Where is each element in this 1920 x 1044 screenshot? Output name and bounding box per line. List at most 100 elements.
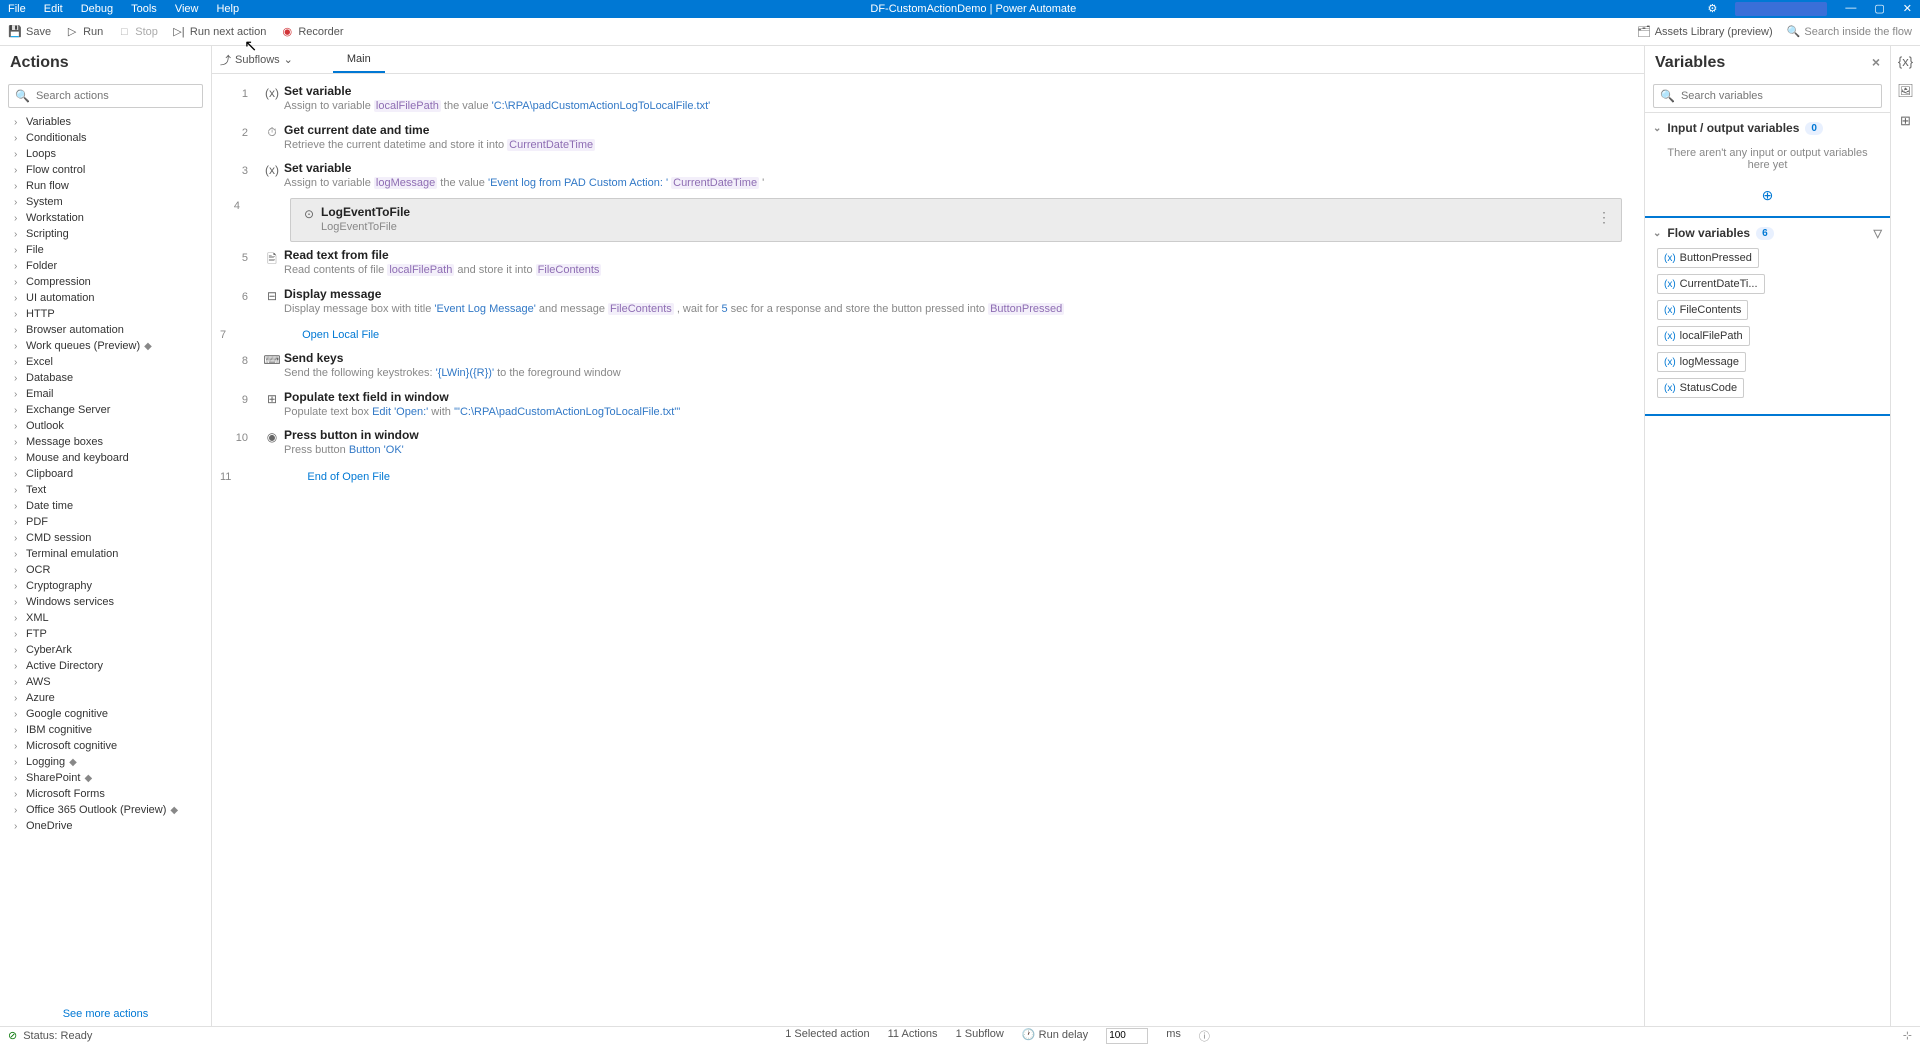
variable-chip[interactable]: (x) StatusCode [1657,378,1744,398]
action-category[interactable]: Compression [0,274,211,290]
action-category[interactable]: Outlook [0,418,211,434]
actions-tree[interactable]: VariablesConditionalsLoopsFlow controlRu… [0,112,211,1002]
close-button[interactable]: ✕ [1903,2,1912,16]
action-category[interactable]: Exchange Server [0,402,211,418]
action-category[interactable]: Mouse and keyboard [0,450,211,466]
menu-file[interactable]: File [8,3,26,15]
action-category[interactable]: Loops [0,146,211,162]
action-category[interactable]: Work queues (Preview) ◆ [0,338,211,354]
filter-icon[interactable]: ▽ [1874,227,1882,240]
action-category[interactable]: Azure [0,690,211,706]
actions-search-input[interactable] [36,90,196,102]
action-category[interactable]: CyberArk [0,642,211,658]
flow-step[interactable]: 6⊟Display messageDisplay message box wit… [212,283,1644,322]
action-category[interactable]: Folder [0,258,211,274]
action-category[interactable]: Logging ◆ [0,754,211,770]
action-category[interactable]: OneDrive [0,818,211,834]
action-category[interactable]: Google cognitive [0,706,211,722]
action-category[interactable]: Conditionals [0,130,211,146]
variable-chip[interactable]: (x) logMessage [1657,352,1746,372]
add-io-variable[interactable]: ⊕ [1653,183,1882,208]
action-category[interactable]: XML [0,610,211,626]
action-category[interactable]: Text [0,482,211,498]
run-button[interactable]: ▷Run [65,25,103,39]
action-category[interactable]: Microsoft Forms [0,786,211,802]
action-category[interactable]: Run flow [0,178,211,194]
action-category[interactable]: OCR [0,562,211,578]
run-delay-input[interactable] [1106,1028,1148,1044]
flow-step[interactable]: 9⊞Populate text field in windowPopulate … [212,386,1644,425]
variable-chip[interactable]: (x) FileContents [1657,300,1748,320]
action-category[interactable]: Microsoft cognitive [0,738,211,754]
recorder-button[interactable]: ◉Recorder [280,25,343,39]
user-badge[interactable] [1735,2,1827,16]
action-category[interactable]: Terminal emulation [0,546,211,562]
action-category[interactable]: Clipboard [0,466,211,482]
action-category[interactable]: Workstation [0,210,211,226]
variables-search-input[interactable] [1681,90,1875,102]
menu-view[interactable]: View [175,3,199,15]
action-category[interactable]: Email [0,386,211,402]
action-category[interactable]: PDF [0,514,211,530]
action-category[interactable]: Scripting [0,226,211,242]
ui-elements-rail-icon[interactable]: ⊞ [1900,113,1911,129]
action-category[interactable]: CMD session [0,530,211,546]
action-category[interactable]: Flow control [0,162,211,178]
action-category[interactable]: IBM cognitive [0,722,211,738]
region-label[interactable]: End of Open File [243,471,390,483]
action-category[interactable]: FTP [0,626,211,642]
tab-main[interactable]: Main [333,47,385,73]
action-category[interactable]: Windows services [0,594,211,610]
screenshot-icon[interactable]: ⊹ [1903,1029,1912,1042]
action-category[interactable]: Database [0,370,211,386]
flow-step[interactable]: 8⌨Send keysSend the following keystrokes… [212,347,1644,386]
maximize-button[interactable]: ▢ [1874,2,1884,16]
action-category[interactable]: SharePoint ◆ [0,770,211,786]
close-variables-panel[interactable]: × [1872,54,1880,70]
see-more-actions[interactable]: See more actions [0,1002,211,1026]
action-category[interactable]: UI automation [0,290,211,306]
action-category[interactable]: HTTP [0,306,211,322]
flow-step[interactable]: ⊙LogEventToFileLogEventToFile⋮ [290,198,1622,243]
action-category[interactable]: Excel [0,354,211,370]
io-variables-header[interactable]: ⌄ Input / output variables 0 [1653,121,1882,135]
action-category[interactable]: File [0,242,211,258]
flow-step[interactable]: 5🖹Read text from fileRead contents of fi… [212,244,1644,283]
action-category[interactable]: Office 365 Outlook (Preview) ◆ [0,802,211,818]
menu-debug[interactable]: Debug [81,3,113,15]
flow-steps[interactable]: 1(x)Set variableAssign to variable local… [212,74,1644,1026]
step-more-icon[interactable]: ⋮ [1593,205,1615,230]
variable-chip[interactable]: (x) CurrentDateTi... [1657,274,1765,294]
action-category[interactable]: Variables [0,114,211,130]
action-category[interactable]: Date time [0,498,211,514]
action-category[interactable]: System [0,194,211,210]
save-button[interactable]: 💾Save [8,25,51,39]
action-category[interactable]: Browser automation [0,322,211,338]
menu-tools[interactable]: Tools [131,3,157,15]
action-category[interactable]: AWS [0,674,211,690]
variable-chip[interactable]: (x) ButtonPressed [1657,248,1759,268]
action-category[interactable]: Message boxes [0,434,211,450]
flow-step[interactable]: 10◉Press button in windowPress button Bu… [212,424,1644,463]
action-category[interactable]: Cryptography [0,578,211,594]
actions-search[interactable]: 🔍 [8,84,203,108]
stop-button[interactable]: □Stop [117,25,158,39]
region-label[interactable]: Open Local File [238,329,379,341]
variables-search[interactable]: 🔍 [1653,84,1882,108]
assets-library-button[interactable]: 🗂Assets Library (preview) [1637,25,1773,39]
flow-step[interactable]: 3(x)Set variableAssign to variable logMe… [212,157,1644,196]
subflows-dropdown[interactable]: ⤴Subflows⌄ [220,52,293,68]
flow-step[interactable]: 2⏱Get current date and timeRetrieve the … [212,119,1644,158]
images-rail-icon[interactable]: 🖼 [1897,83,1914,99]
run-next-button[interactable]: ▷|Run next action [172,25,266,39]
menu-help[interactable]: Help [216,3,239,15]
info-icon[interactable]: ⓘ [1199,1028,1210,1044]
flow-variables-header[interactable]: ⌄ Flow variables 6 ▽ [1653,226,1882,240]
variable-chip[interactable]: (x) localFilePath [1657,326,1750,346]
minimize-button[interactable]: — [1845,2,1856,16]
search-flow-input[interactable]: 🔍Search inside the flow [1787,25,1912,38]
variables-rail-icon[interactable]: {x} [1898,54,1913,69]
menu-edit[interactable]: Edit [44,3,63,15]
action-category[interactable]: Active Directory [0,658,211,674]
flow-step[interactable]: 1(x)Set variableAssign to variable local… [212,80,1644,119]
